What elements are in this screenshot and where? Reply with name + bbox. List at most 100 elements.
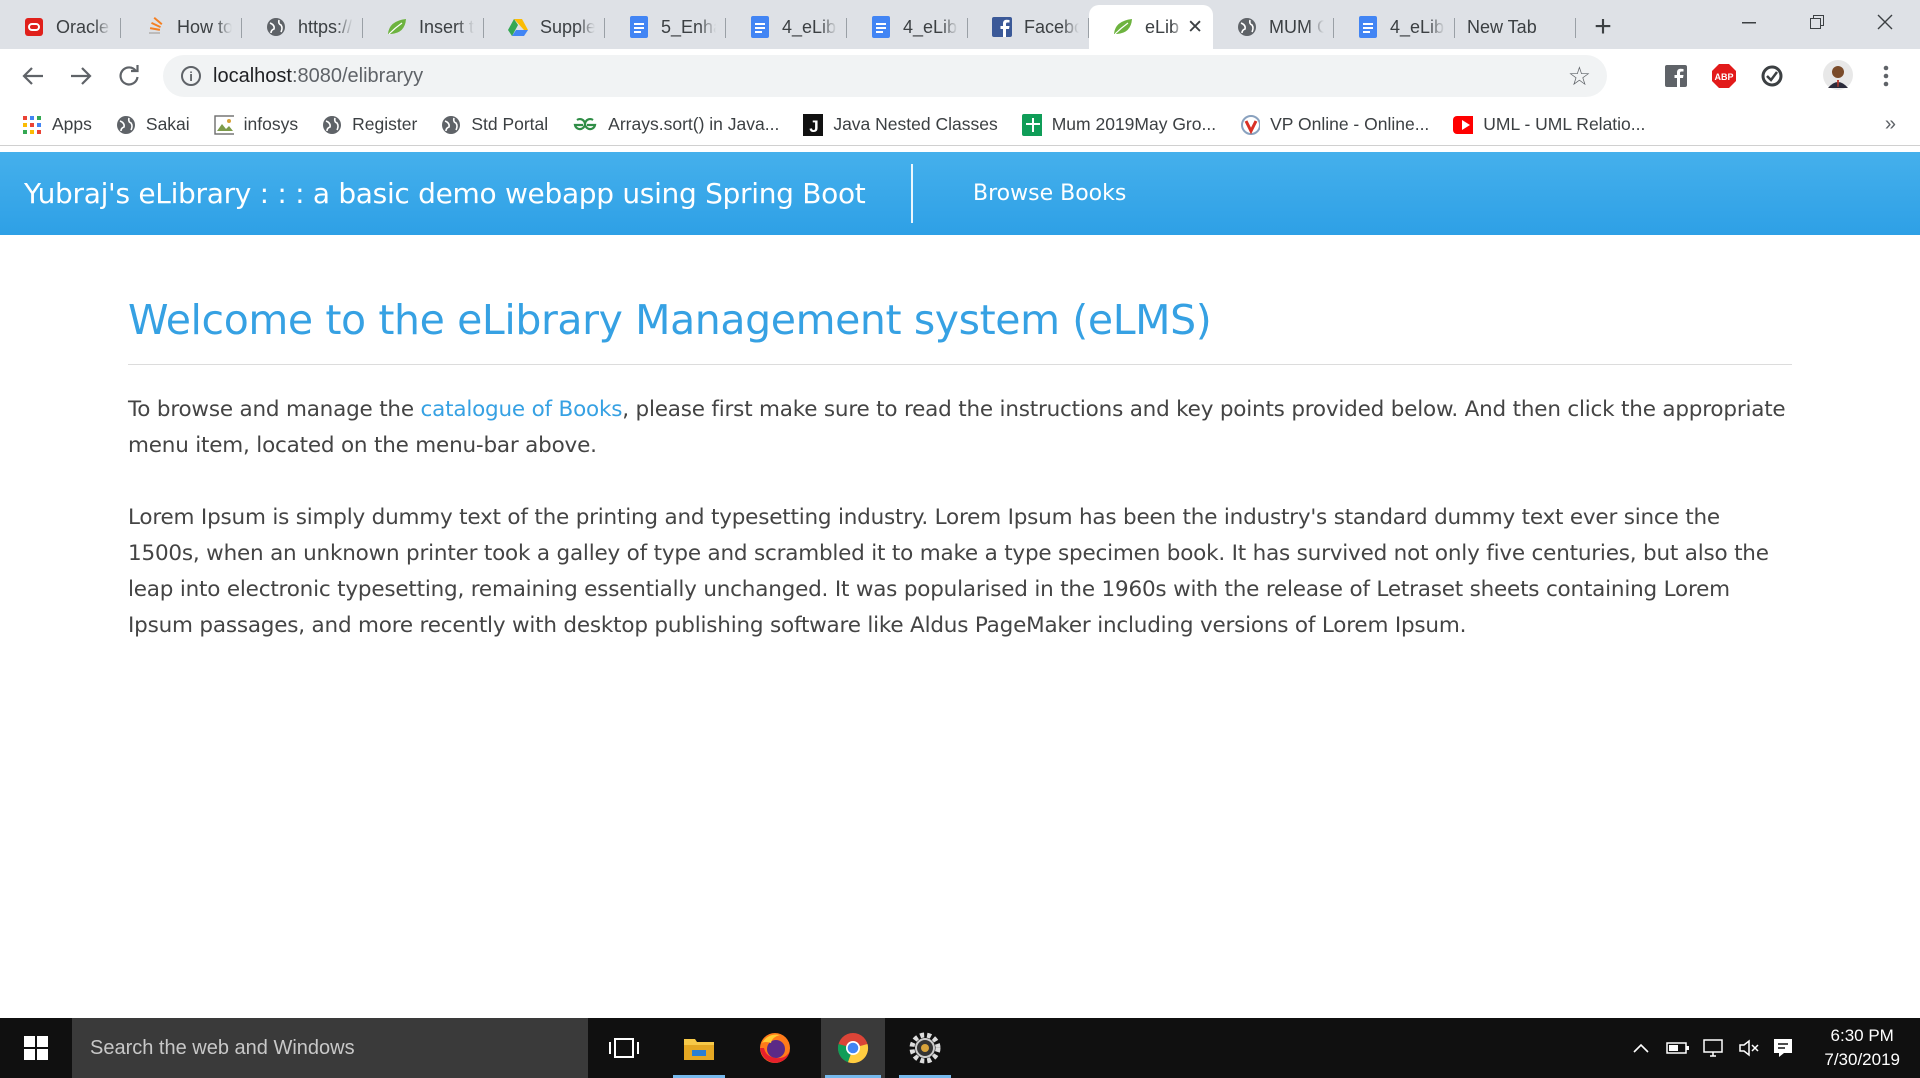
globe-icon: [116, 115, 136, 135]
tab-4-elibra[interactable]: 4_eLibra: [726, 5, 847, 49]
task-view-icon: [609, 1038, 639, 1058]
chrome-icon: [837, 1033, 869, 1064]
bookmark-uml[interactable]: UML - UML Relatio...: [1453, 114, 1645, 135]
profile-avatar[interactable]: [1823, 60, 1853, 90]
more-bookmarks-chevron-icon[interactable]: »: [1885, 113, 1896, 136]
tab-title: 4_eLibra: [782, 16, 837, 37]
tab-insert[interactable]: Insert ti: [363, 5, 484, 49]
file-explorer-button[interactable]: [669, 1018, 729, 1078]
main-content: Welcome to the eLibrary Management syste…: [128, 235, 1792, 644]
tab-title: 4_eLibra: [903, 16, 958, 37]
navbar-divider: [911, 164, 913, 223]
restore-button[interactable]: [1784, 0, 1850, 44]
back-button[interactable]: [13, 56, 53, 96]
battery-icon[interactable]: [1666, 1041, 1690, 1055]
tab-facebook[interactable]: Facebo: [968, 5, 1089, 49]
bookmark-label: Apps: [52, 114, 92, 134]
tab-https[interactable]: https://: [242, 5, 363, 49]
arrow-left-icon: [22, 67, 43, 85]
apps-grid-icon: [22, 115, 42, 135]
stackoverflow-icon: [144, 16, 166, 38]
tab-title: How to: [177, 16, 232, 37]
google-drive-icon: [507, 16, 529, 38]
tab-title: 4_eLibra: [1390, 16, 1445, 37]
windows-taskbar: Search the web and Windows 6:30 PM 7/30/…: [0, 1018, 1920, 1078]
tab-suppler[interactable]: Suppler: [484, 5, 605, 49]
tab-oracle[interactable]: Oracle L: [0, 5, 121, 49]
clock-date: 7/30/2019: [1824, 1050, 1900, 1069]
forward-button[interactable]: [61, 56, 101, 96]
lorem-paragraph: Lorem Ipsum is simply dummy text of the …: [128, 505, 1769, 638]
svg-text:J: J: [810, 117, 819, 136]
url-host: localhost: [213, 64, 292, 87]
search-placeholder: Search the web and Windows: [90, 1036, 355, 1059]
intro-text-start: To browse and manage the: [128, 397, 421, 422]
bookmark-arrays-sort[interactable]: Arrays.sort() in Java...: [572, 114, 779, 135]
taskbar-search[interactable]: Search the web and Windows: [72, 1018, 588, 1078]
network-icon[interactable]: [1702, 1038, 1726, 1058]
close-tab-icon[interactable]: ✕: [1187, 16, 1203, 39]
globe-icon: [441, 115, 461, 135]
adblock-plus-icon[interactable]: ABP: [1710, 62, 1738, 90]
bookmark-std-portal[interactable]: Std Portal: [441, 114, 548, 135]
settings-app-button[interactable]: [895, 1018, 955, 1078]
app-navbar: Yubraj's eLibrary : : : a basic demo web…: [0, 152, 1920, 235]
tab-elibrary-active[interactable]: eLib ✕: [1089, 5, 1213, 49]
tab-mum[interactable]: MUM G: [1213, 5, 1334, 49]
catalogue-of-books-link[interactable]: catalogue of Books: [421, 397, 623, 422]
reload-icon: [119, 65, 139, 86]
chrome-button[interactable]: [821, 1018, 885, 1078]
tab-title: Suppler: [540, 16, 595, 37]
bookmark-label: Java Nested Classes: [833, 114, 998, 134]
bookmark-star-icon[interactable]: ☆: [1568, 61, 1591, 92]
j-icon: J: [803, 113, 824, 136]
tab-5-enhar[interactable]: 5_Enhar: [605, 5, 726, 49]
tab-title: https://: [298, 16, 353, 37]
site-info-icon[interactable]: i: [181, 66, 201, 86]
close-window-button[interactable]: [1852, 0, 1918, 44]
url-path: :8080/elibraryy: [291, 64, 424, 87]
firefox-button[interactable]: [745, 1018, 805, 1078]
globe-icon: [265, 16, 287, 38]
bookmark-mum-2019may[interactable]: Mum 2019May Gro...: [1021, 113, 1217, 136]
action-center-icon[interactable]: [1772, 1037, 1794, 1059]
tab-new-tab[interactable]: New Tab: [1455, 5, 1576, 49]
bookmark-sakai[interactable]: Sakai: [116, 114, 190, 135]
bookmark-java-nested-classes[interactable]: J Java Nested Classes: [803, 113, 998, 136]
bookmark-vp-online[interactable]: VP Online - Online...: [1240, 114, 1429, 135]
volume-muted-icon[interactable]: [1738, 1038, 1760, 1058]
reload-button[interactable]: [109, 56, 149, 96]
minimize-icon: [1742, 22, 1756, 24]
tab-title: Oracle L: [56, 16, 111, 37]
task-view-button[interactable]: [594, 1018, 654, 1078]
facebook-extension-icon[interactable]: [1662, 62, 1690, 90]
tab-4-elibra-2[interactable]: 4_eLibra: [847, 5, 968, 49]
tab-4-elibra-3[interactable]: 4_eLibra: [1334, 5, 1455, 49]
chrome-menu-icon[interactable]: [1872, 62, 1900, 90]
new-tab-button[interactable]: +: [1576, 5, 1630, 49]
bookmark-infosys[interactable]: infosys: [213, 114, 299, 135]
chevron-up-icon[interactable]: [1632, 1042, 1650, 1054]
tab-how-to[interactable]: How to: [121, 5, 242, 49]
arrow-right-icon: [71, 67, 92, 85]
facebook-icon: [991, 16, 1013, 38]
address-bar[interactable]: i localhost:8080/elibraryy ☆: [163, 55, 1607, 97]
sync-extension-icon[interactable]: [1758, 62, 1786, 90]
bookmark-apps[interactable]: Apps: [22, 114, 92, 135]
bookmark-label: UML - UML Relatio...: [1483, 114, 1646, 134]
tab-title: Insert ti: [419, 16, 474, 37]
clock-time: 6:30 PM: [1830, 1026, 1894, 1045]
google-docs-icon: [749, 16, 771, 38]
oracle-icon: [23, 16, 45, 38]
start-button[interactable]: [0, 1018, 72, 1078]
bookmark-label: infosys: [243, 114, 299, 134]
bookmark-label: Mum 2019May Gro...: [1051, 114, 1217, 134]
globe-icon: [322, 115, 342, 135]
windows-logo-icon: [24, 1036, 48, 1060]
taskbar-clock[interactable]: 6:30 PM 7/30/2019: [1824, 1024, 1900, 1072]
app-brand[interactable]: Yubraj's eLibrary : : : a basic demo web…: [24, 177, 866, 210]
restore-icon: [1810, 15, 1824, 29]
minimize-button[interactable]: [1716, 0, 1782, 44]
bookmark-register[interactable]: Register: [322, 114, 417, 135]
browse-books-link[interactable]: Browse Books: [973, 181, 1126, 206]
